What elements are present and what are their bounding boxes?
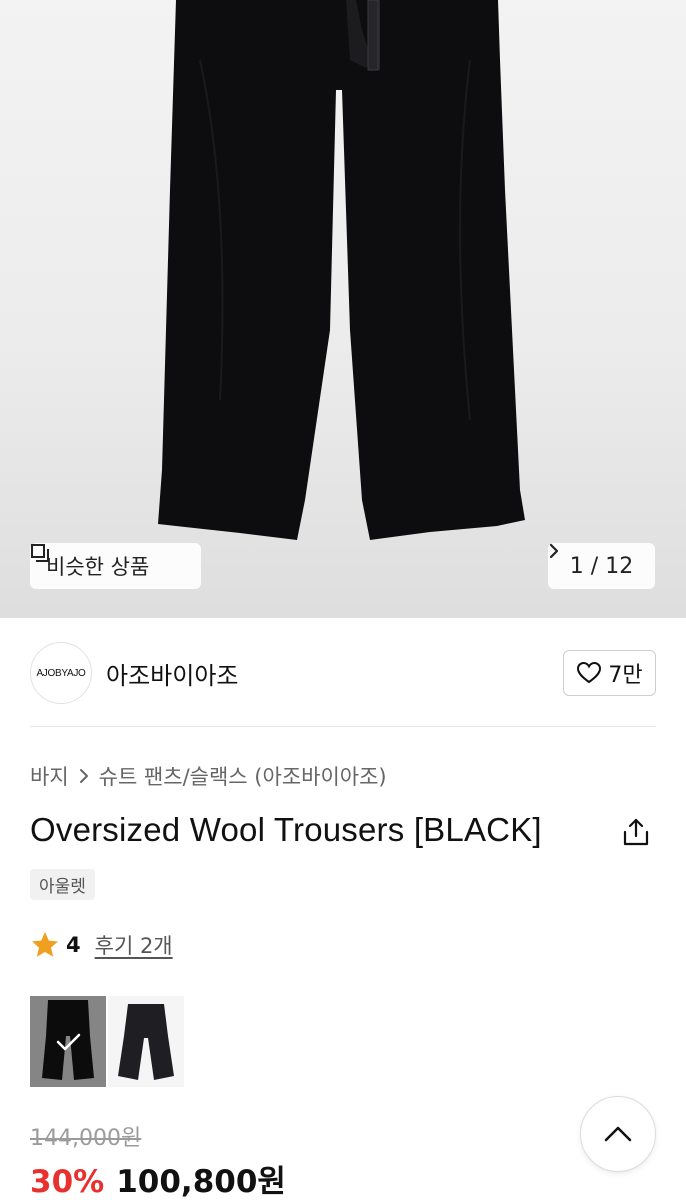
star-icon — [32, 932, 58, 957]
scroll-top-button[interactable] — [580, 1096, 656, 1172]
heart-icon — [577, 661, 602, 684]
brand-logo-text: AJOBYAJO — [36, 667, 86, 679]
brand-logo[interactable]: AJOBYAJO — [30, 642, 92, 704]
like-button[interactable]: 7만 — [563, 650, 656, 696]
discount-rate: 30% — [30, 1164, 105, 1200]
product-title: Oversized Wool Trousers [BLACK] — [30, 811, 542, 848]
chevron-up-icon — [604, 1126, 632, 1142]
outlet-tag: 아울렛 — [30, 869, 95, 900]
similar-icon — [31, 544, 49, 562]
brand-name[interactable]: 아조바이아조 — [106, 656, 238, 691]
product-photo-trousers — [158, 0, 525, 540]
like-count: 7만 — [608, 663, 643, 688]
chevron-right-icon — [79, 769, 88, 783]
breadcrumb: 바지 슈트 팬츠/슬랙스 (아조바이아조) — [30, 761, 387, 791]
brand-row: AJOBYAJO 아조바이아조 7만 — [30, 640, 656, 706]
breadcrumb-category[interactable]: 바지 — [30, 761, 69, 791]
share-icon[interactable] — [620, 816, 652, 848]
original-price: 144,000원 — [30, 1126, 142, 1151]
color-option[interactable] — [108, 996, 184, 1087]
outlet-tag-label: 아울렛 — [39, 877, 86, 897]
thumbnail-image — [118, 1004, 174, 1080]
rating-score: 4 — [66, 933, 81, 957]
divider — [30, 726, 656, 727]
check-icon — [56, 1033, 81, 1051]
rating: 4 후기 2개 — [30, 930, 173, 960]
sale-price: 100,800원 — [116, 1164, 286, 1200]
chevron-right-icon — [549, 543, 559, 559]
color-option-selected[interactable] — [30, 996, 106, 1087]
image-counter: 1 / 12 — [569, 553, 634, 579]
image-counter-button[interactable]: 1 / 12 — [548, 543, 655, 589]
similar-products-label: 비슷한 상품 — [46, 555, 150, 579]
product-image-gallery[interactable]: 비슷한 상품 1 / 12 — [0, 0, 686, 618]
price-row: 30% 100,800원 — [30, 1156, 286, 1200]
reviews-link[interactable]: 후기 2개 — [95, 930, 173, 960]
similar-products-button[interactable]: 비슷한 상품 — [30, 543, 201, 589]
breadcrumb-subcategory[interactable]: 슈트 팬츠/슬랙스 (아조바이아조) — [99, 761, 387, 791]
